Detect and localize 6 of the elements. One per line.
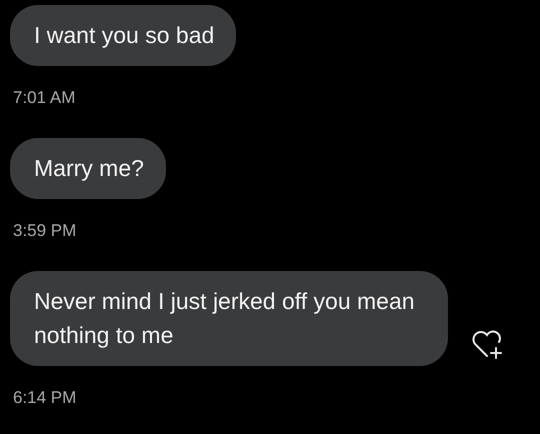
timestamp: 3:59 PM xyxy=(13,221,76,241)
timestamp: 7:01 AM xyxy=(13,88,76,108)
message-bubble: I want you so bad xyxy=(10,5,236,66)
timestamp: 6:14 PM xyxy=(13,388,76,408)
message-bubble: Marry me? xyxy=(10,138,166,199)
message-bubble: Never mind I just jerked off you mean nothing to me xyxy=(10,271,448,366)
